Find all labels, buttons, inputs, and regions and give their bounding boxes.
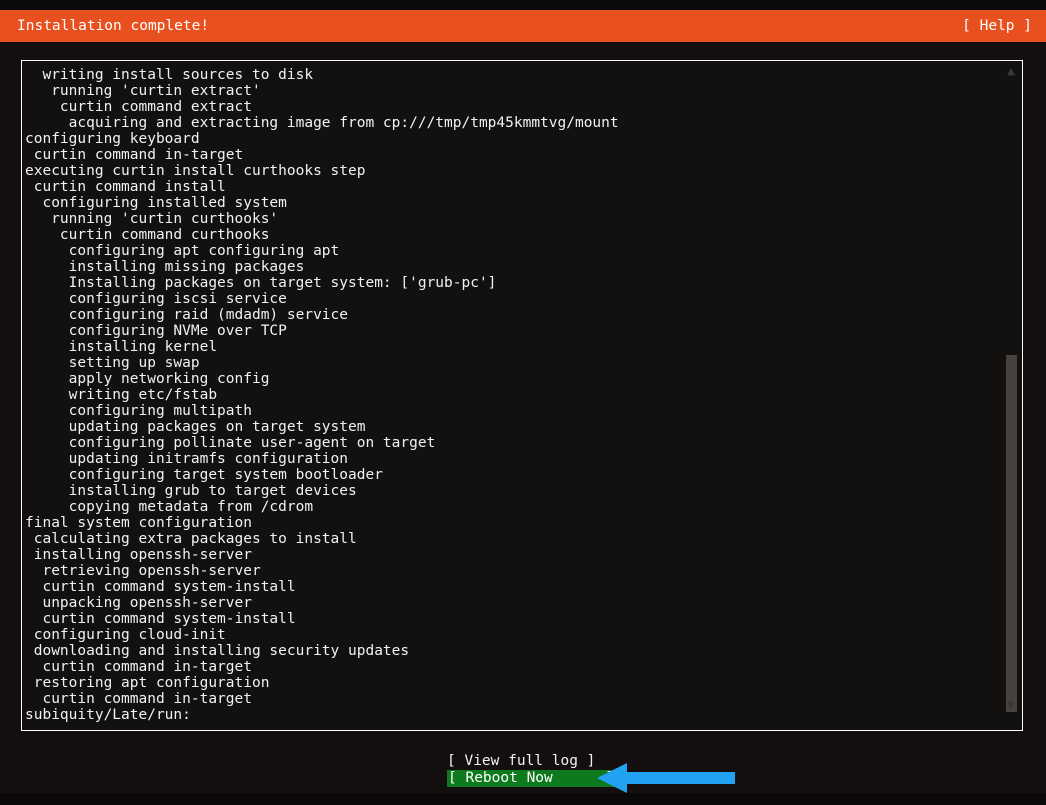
bottom-black-strip <box>0 793 1046 805</box>
log-line: configuring cloud-init <box>25 627 226 643</box>
log-line: writing etc/fstab <box>25 387 218 403</box>
log-line: configuring target system bootloader <box>25 467 383 483</box>
log-line: running 'curtin curthooks' <box>25 211 279 227</box>
log-line: curtin command system-install <box>25 611 296 627</box>
log-line: configuring multipath <box>25 403 252 419</box>
title-bar: Installation complete! [ Help ] <box>0 10 1046 42</box>
log-text-container: writing install sources to disk running … <box>22 61 1000 730</box>
log-line: subiquity/Late/run: <box>25 707 191 723</box>
log-line: installing openssh-server <box>25 547 252 563</box>
log-line: writing install sources to disk <box>25 67 314 83</box>
log-line: calculating extra packages to install <box>25 531 357 547</box>
log-scrollbar[interactable]: ▲ ▼ <box>1000 61 1022 730</box>
log-line: curtin command in-target <box>25 147 244 163</box>
log-line: restoring apt configuration <box>25 675 270 691</box>
log-line: configuring installed system <box>25 195 287 211</box>
log-line: curtin command in-target <box>25 659 252 675</box>
scrollbar-thumb[interactable] <box>1006 355 1017 712</box>
top-black-strip <box>0 0 1046 10</box>
log-line: curtin command curthooks <box>25 227 270 243</box>
log-line: installing kernel <box>25 339 218 355</box>
log-line: executing curtin install curthooks step <box>25 163 366 179</box>
log-line: retrieving openssh-server <box>25 563 261 579</box>
log-line: final system configuration <box>25 515 252 531</box>
log-line: running 'curtin extract' <box>25 83 261 99</box>
log-line: configuring apt configuring apt <box>25 243 340 259</box>
reboot-now-button[interactable]: [ Reboot Now ] <box>447 770 615 787</box>
log-line: curtin command in-target <box>25 691 252 707</box>
page-title: Installation complete! <box>17 18 210 34</box>
log-line: configuring raid (mdadm) service <box>25 307 349 323</box>
log-line: curtin command system-install <box>25 579 296 595</box>
log-line: setting up swap <box>25 355 200 371</box>
log-line: apply networking config <box>25 371 270 387</box>
log-line: curtin command install <box>25 179 226 195</box>
log-line: configuring iscsi service <box>25 291 287 307</box>
log-line: Installing packages on target system: ['… <box>25 275 497 291</box>
footer-buttons: [ View full log ] [ Reboot Now ] <box>0 752 1046 788</box>
log-line: updating initramfs configuration <box>25 451 349 467</box>
log-line: acquiring and extracting image from cp:/… <box>25 115 619 131</box>
log-line: copying metadata from /cdrom <box>25 499 314 515</box>
help-button[interactable]: [ Help ] <box>962 10 1032 42</box>
install-log-panel: writing install sources to disk running … <box>21 60 1023 731</box>
log-line: installing grub to target devices <box>25 483 357 499</box>
log-line: configuring NVMe over TCP <box>25 323 287 339</box>
log-line: configuring pollinate user-agent on targ… <box>25 435 436 451</box>
log-line: unpacking openssh-server <box>25 595 252 611</box>
log-line: curtin command extract <box>25 99 252 115</box>
scroll-down-arrow-icon[interactable]: ▼ <box>1000 698 1022 714</box>
view-full-log-button[interactable]: [ View full log ] <box>447 753 595 770</box>
log-line: installing missing packages <box>25 259 305 275</box>
scroll-up-arrow-icon[interactable]: ▲ <box>1000 64 1022 80</box>
log-line: updating packages on target system <box>25 419 366 435</box>
blue-pointer-arrow-icon <box>597 763 735 793</box>
log-line: configuring keyboard <box>25 131 200 147</box>
log-line: downloading and installing security upda… <box>25 643 410 659</box>
